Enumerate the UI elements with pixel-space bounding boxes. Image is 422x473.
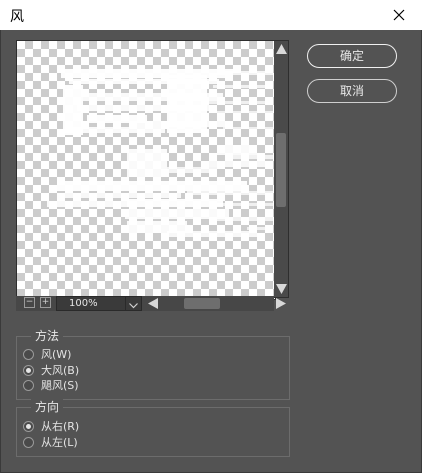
radio-option-from-right[interactable]: 从右(R) [23,418,79,434]
chevron-down-icon [129,303,138,309]
zoom-out-button[interactable]: − [24,297,35,308]
radio-option-blast[interactable]: 大风(B) [23,362,79,378]
radio-button-selected[interactable] [23,420,34,432]
radio-button[interactable] [23,379,34,391]
direction-group: 方向 从右(R) 从左(L) [16,399,290,457]
radio-label: 从右(R) [41,420,80,433]
window-title: 风 [10,9,24,25]
zoom-in-icon: + [41,297,50,307]
direction-group-title: 方向 [31,399,64,415]
filter-preview[interactable] [16,40,276,300]
radio-option-stagger[interactable]: 飓风(S) [23,377,79,393]
radio-label: 风(W) [41,348,72,361]
radio-button[interactable] [23,436,34,448]
method-group-title: 方法 [31,328,64,344]
zoom-level-field[interactable]: 100% [56,296,126,311]
horizontal-scroll-thumb[interactable] [184,298,220,309]
radio-label: 飓风(S) [41,379,79,392]
preview-toolbar: − + 100% [16,296,286,311]
vertical-scroll-thumb[interactable] [276,133,286,207]
zoom-dropdown-button[interactable] [126,296,142,311]
preview-vertical-scrollbar[interactable] [274,40,289,298]
arrow-left-icon[interactable] [146,296,160,311]
title-bar: 风 [0,0,422,30]
ok-button[interactable]: 确定 [307,44,397,68]
scroll-up-button[interactable] [274,42,289,57]
radio-option-from-left[interactable]: 从左(L) [23,434,78,450]
radio-button-selected[interactable] [23,364,34,376]
arrow-right-icon[interactable] [274,296,288,311]
close-button[interactable] [376,0,422,30]
radio-option-wind[interactable]: 风(W) [23,346,71,362]
radio-button[interactable] [23,348,34,360]
arrow-up-icon [276,44,287,54]
radio-label: 大风(B) [41,364,80,377]
preview-horizontal-scrollbar[interactable] [146,296,290,311]
scroll-down-button[interactable] [274,281,289,296]
cancel-button[interactable]: 取消 [307,79,397,103]
arrow-down-icon [276,284,287,294]
zoom-in-button[interactable]: + [40,297,51,308]
radio-label: 从左(L) [41,436,78,449]
wind-effect-preview-image [47,69,273,237]
zoom-out-icon: − [25,297,34,307]
method-group: 方法 风(W) 大风(B) 飓风(S) [16,328,290,400]
close-icon [393,9,405,21]
